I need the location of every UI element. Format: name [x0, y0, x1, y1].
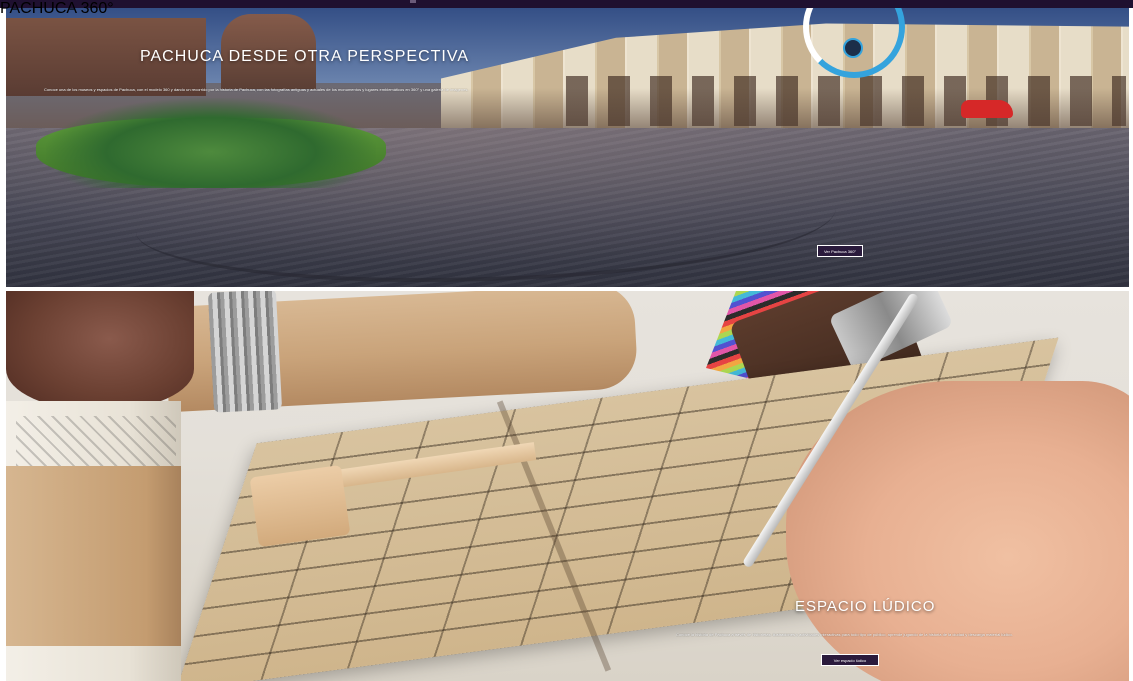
pachuca-360-logo-text: PACHUCA 360° [0, 0, 114, 17]
coffee-cup-lid-image [6, 291, 194, 411]
hero-360-title: PACHUCA DESDE OTRA PERSPECTIVA [140, 48, 470, 65]
pencil-sharpener-image [249, 464, 351, 548]
hero-ludico-description: Conoce la historia de Pachuca a través d… [676, 632, 1013, 637]
coffee-cup-pattern [16, 416, 176, 466]
metal-band-image [207, 291, 283, 413]
hero-red-car [961, 100, 1013, 118]
ver-pachuca-360-button[interactable]: Ver Pachuca 360° [817, 245, 863, 257]
coffee-cup-sleeve [6, 466, 181, 646]
hero-ludico-title: ESPACIO LÚDICO [795, 598, 936, 615]
ver-espacio-ludico-button[interactable]: Ver espacio lúdico [821, 654, 879, 666]
hero-facade-shadow [441, 88, 1129, 128]
top-bar [0, 0, 1133, 8]
hero-360-description: Conoce una de los museos y espacios de P… [44, 87, 469, 92]
hero-espacio-ludico-banner [6, 291, 1129, 681]
top-bar-indicator [410, 0, 416, 3]
logo-eye-icon [843, 38, 863, 58]
